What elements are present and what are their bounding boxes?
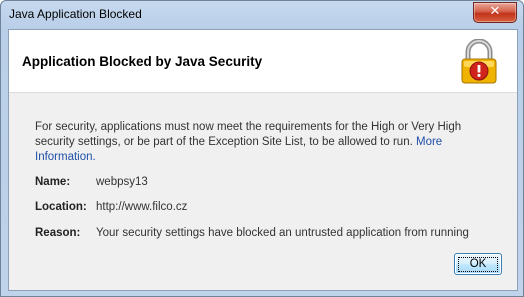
dialog-content: Application Blocked by Java Security For… <box>8 29 518 291</box>
close-button[interactable]: ✕ <box>473 2 517 23</box>
window-title: Java Application Blocked <box>9 7 142 21</box>
location-value: http://www.filco.cz <box>96 201 188 213</box>
lock-warning-icon <box>461 39 497 84</box>
close-icon: ✕ <box>489 4 501 19</box>
reason-label: Reason: <box>35 227 81 239</box>
title-bar[interactable]: Java Application Blocked ✕ <box>1 1 523 29</box>
name-value: webpsy13 <box>96 176 148 188</box>
dialog-window: Java Application Blocked ✕ Application B… <box>0 0 524 297</box>
message-text: For security, applications must now meet… <box>35 121 462 148</box>
ok-button[interactable]: OK <box>454 253 502 275</box>
dialog-header: Application Blocked by Java Security <box>9 30 517 93</box>
reason-value: Your security settings have blocked an u… <box>96 227 469 239</box>
name-label: Name: <box>35 176 71 188</box>
security-message: For security, applications must now meet… <box>35 120 495 165</box>
ok-button-label: OK <box>469 258 487 270</box>
location-label: Location: <box>35 201 87 213</box>
header-title: Application Blocked by Java Security <box>22 54 263 69</box>
